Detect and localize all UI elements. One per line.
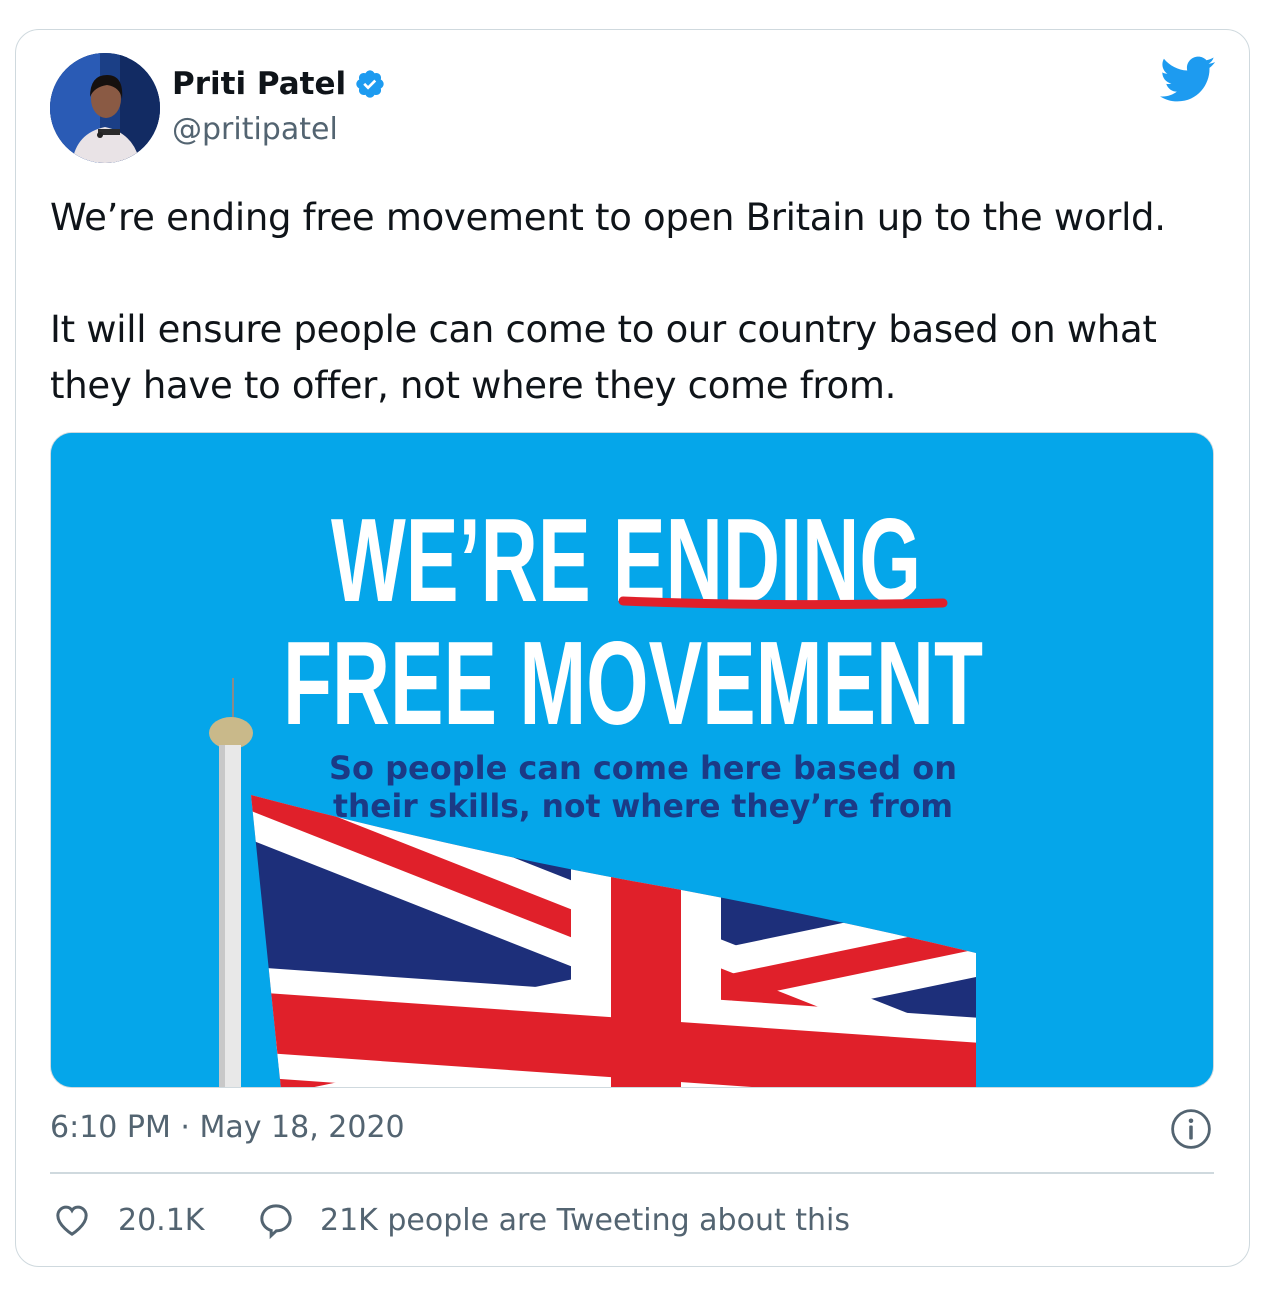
- like-count: 20.1K: [118, 1202, 205, 1238]
- red-underline: [618, 596, 948, 610]
- media-subline-1: So people can come here based on: [329, 749, 957, 787]
- tweet-text: We’re ending free movement to open Brita…: [50, 190, 1220, 414]
- author-handle[interactable]: @pritipatel: [172, 112, 338, 147]
- tweet-timestamp[interactable]: 6:10 PM · May 18, 2020: [50, 1110, 405, 1145]
- media-graphic: WE’RE ENDING FREE MOVEMENT So people can…: [51, 433, 1213, 1087]
- tweet-media-image[interactable]: WE’RE ENDING FREE MOVEMENT So people can…: [50, 432, 1214, 1088]
- avatar-photo: [50, 53, 160, 163]
- tweet-text-paragraph: We’re ending free movement to open Brita…: [50, 196, 1166, 239]
- flagpole-finial: [209, 717, 253, 749]
- twitter-bird-icon[interactable]: [1160, 56, 1216, 104]
- media-headline-line2: FREE MOVEMENT: [283, 617, 983, 750]
- media-headline-were: WE’RE: [331, 493, 613, 626]
- like-button[interactable]: 20.1K: [52, 1200, 204, 1240]
- reply-bubble-icon: [260, 1204, 292, 1240]
- conversation-button[interactable]: 21K people are Tweeting about this: [256, 1200, 850, 1240]
- author-name-text: Priti Patel: [172, 66, 347, 102]
- info-icon[interactable]: [1170, 1108, 1212, 1150]
- conversation-text: 21K people are Tweeting about this: [320, 1202, 850, 1238]
- author-name[interactable]: Priti Patel: [172, 66, 386, 102]
- heart-icon: [56, 1205, 88, 1236]
- avatar[interactable]: [50, 53, 160, 163]
- tweet-text-paragraph: It will ensure people can come to our co…: [50, 308, 1169, 407]
- media-subline-2: their skills, not where they’re from: [333, 787, 953, 825]
- verified-badge-icon: [356, 70, 384, 98]
- divider: [50, 1172, 1214, 1174]
